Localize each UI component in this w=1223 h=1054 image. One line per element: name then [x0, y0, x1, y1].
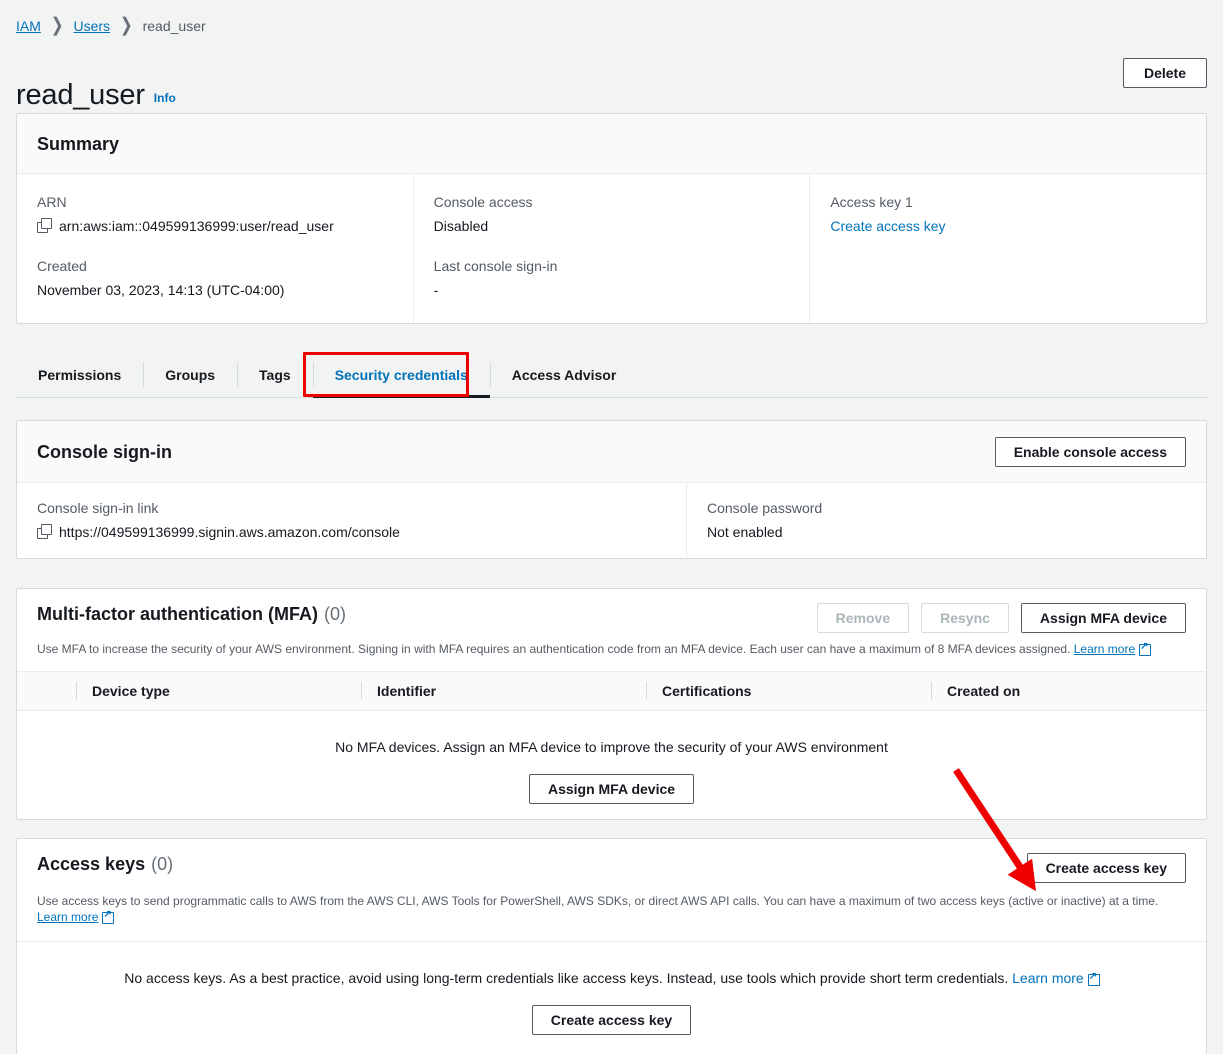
console-signin-body: Console sign-in link https://04959913699… [17, 483, 1206, 559]
mfa-count: (0) [323, 604, 346, 624]
arn-value: arn:aws:iam::049599136999:user/read_user [59, 218, 334, 234]
access-keys-title: Access keys [37, 854, 146, 874]
mfa-title-group: Multi-factor authentication (MFA) (0) [37, 603, 346, 625]
mfa-header: Multi-factor authentication (MFA) (0) Re… [17, 589, 1206, 633]
summary-column-identity: ARN arn:aws:iam::049599136999:user/read_… [17, 174, 413, 323]
access-keys-empty-state: No access keys. As a best practice, avoi… [17, 942, 1206, 1035]
summary-column-access-key: Access key 1 Create access key [809, 174, 1206, 323]
access-keys-title-group: Access keys (0) [37, 853, 173, 875]
breadcrumb-separator: ❯ [120, 14, 133, 36]
console-signin-link-value: https://049599136999.signin.aws.amazon.c… [59, 524, 400, 540]
console-signin-header: Console sign-in Enable console access [17, 421, 1206, 483]
access-keys-empty-message: No access keys. As a best practice, avoi… [124, 970, 1009, 986]
tab-access-advisor[interactable]: Access Advisor [489, 352, 639, 397]
summary-field-created: Created November 03, 2023, 14:13 (UTC-04… [37, 256, 393, 300]
remove-mfa-button[interactable]: Remove [816, 603, 910, 633]
create-access-key-button-empty[interactable]: Create access key [531, 1005, 692, 1035]
last-signin-label: Last console sign-in [433, 258, 558, 274]
tab-tags[interactable]: Tags [237, 352, 313, 397]
create-access-key-link[interactable]: Create access key [830, 216, 945, 236]
copy-icon[interactable] [37, 218, 52, 233]
console-signin-title: Console sign-in [37, 441, 172, 462]
access-keys-card: Access keys (0) Create access key Use ac… [16, 838, 1207, 1054]
tab-groups[interactable]: Groups [143, 352, 237, 397]
breadcrumb-separator: ❯ [50, 14, 64, 36]
mfa-column-certifications: Certifications [646, 671, 931, 711]
copy-icon[interactable] [37, 524, 52, 539]
access-keys-header: Access keys (0) Create access key [17, 839, 1206, 883]
arn-value-row: arn:aws:iam::049599136999:user/read_user [37, 216, 393, 236]
access-keys-learn-more-link[interactable]: Learn more [37, 910, 98, 924]
summary-field-console-access: Console access Disabled [434, 192, 790, 236]
summary-column-console: Console access Disabled Last console sig… [412, 174, 810, 323]
mfa-description-text: Use MFA to increase the security of your… [37, 642, 1071, 656]
external-link-icon [1087, 971, 1100, 986]
summary-field-access-key: Access key 1 Create access key [830, 192, 1186, 236]
console-password-label: Console password [707, 500, 823, 516]
breadcrumb-item-iam[interactable]: IAM [16, 16, 41, 36]
access-keys-empty-action: Create access key [17, 1005, 1206, 1035]
console-signin-link-field: Console sign-in link https://04959913699… [17, 483, 686, 559]
page-header: read_user Info Delete [16, 58, 1207, 111]
delete-button[interactable]: Delete [1123, 58, 1207, 88]
created-value: November 03, 2023, 14:13 (UTC-04:00) [37, 282, 285, 298]
iam-user-detail-page: IAM ❯ Users ❯ read_user read_user Info De… [0, 0, 1223, 1054]
arn-label: ARN [37, 194, 67, 210]
mfa-title: Multi-factor authentication (MFA) [37, 604, 318, 624]
access-key-label: Access key 1 [830, 194, 913, 210]
mfa-description: Use MFA to increase the security of your… [17, 633, 1206, 657]
tab-bar: Permissions Groups Tags Security credent… [16, 352, 1207, 398]
mfa-empty-state: No MFA devices. Assign an MFA device to … [17, 711, 1206, 804]
mfa-card: Multi-factor authentication (MFA) (0) Re… [16, 588, 1207, 820]
mfa-empty-text: No MFA devices. Assign an MFA device to … [335, 739, 888, 755]
mfa-column-device-type: Device type [76, 671, 361, 711]
tab-security-credentials[interactable]: Security credentials [312, 352, 490, 398]
access-keys-count: (0) [151, 854, 174, 874]
summary-card-header: Summary [17, 114, 1206, 174]
summary-field-last-signin: Last console sign-in - [434, 256, 790, 300]
mfa-actions: Remove Resync Assign MFA device [816, 603, 1186, 633]
mfa-learn-more-link[interactable]: Learn more [1074, 642, 1135, 656]
console-signin-card: Console sign-in Enable console access Co… [16, 420, 1207, 559]
info-link[interactable]: Info [154, 91, 176, 105]
breadcrumb-item-current: read_user [142, 18, 206, 34]
page-title: read_user [16, 79, 145, 112]
summary-title: Summary [37, 133, 120, 154]
console-signin-link-label: Console sign-in link [37, 500, 159, 516]
access-key-value-row: Create access key [830, 216, 1186, 236]
breadcrumb-item-users[interactable]: Users [73, 16, 110, 36]
breadcrumb: IAM ❯ Users ❯ read_user [16, 14, 206, 36]
console-signin-link-row: https://049599136999.signin.aws.amazon.c… [37, 522, 666, 542]
console-password-value: Not enabled [707, 524, 783, 540]
summary-card: Summary ARN arn:aws:iam::049599136999:us… [16, 113, 1207, 324]
mfa-empty-action: Assign MFA device [17, 774, 1206, 804]
summary-body: ARN arn:aws:iam::049599136999:user/read_… [17, 174, 1206, 323]
create-access-key-button[interactable]: Create access key [1026, 853, 1186, 883]
last-signin-value: - [433, 282, 439, 298]
mfa-table-header: Device type Identifier Certifications Cr… [17, 671, 1206, 711]
console-access-value: Disabled [433, 218, 489, 234]
assign-mfa-device-button[interactable]: Assign MFA device [1020, 603, 1186, 633]
access-keys-description-text: Use access keys to send programmatic cal… [37, 894, 1159, 908]
tab-permissions[interactable]: Permissions [16, 352, 143, 397]
access-keys-description: Use access keys to send programmatic cal… [17, 883, 1182, 925]
resync-mfa-button[interactable]: Resync [921, 603, 1009, 633]
console-access-label: Console access [433, 194, 533, 210]
access-keys-empty-learn-more-link[interactable]: Learn more [1012, 970, 1084, 986]
external-link-icon [1139, 641, 1152, 656]
external-link-icon [102, 909, 115, 924]
mfa-column-created-on: Created on [931, 671, 1181, 711]
mfa-column-identifier: Identifier [361, 671, 646, 711]
summary-field-arn: ARN arn:aws:iam::049599136999:user/read_… [37, 192, 393, 236]
created-label: Created [37, 258, 87, 274]
access-keys-empty-text: No access keys. As a best practice, avoi… [17, 968, 1206, 988]
enable-console-access-button[interactable]: Enable console access [994, 436, 1186, 467]
assign-mfa-device-button-empty[interactable]: Assign MFA device [528, 774, 695, 804]
console-password-field: Console password Not enabled [686, 483, 1206, 559]
